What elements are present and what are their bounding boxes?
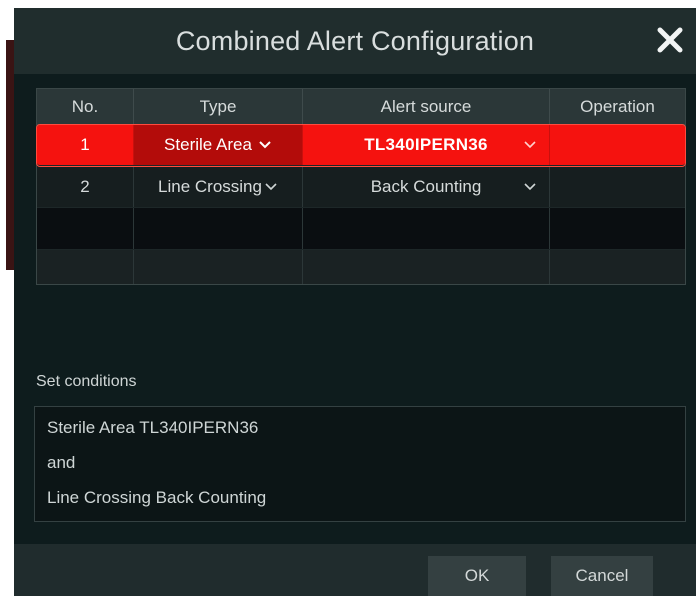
header-alert-source[interactable]: Alert source	[303, 89, 550, 124]
chevron-down-icon	[265, 182, 277, 190]
condition-line: Sterile Area TL340IPERN36	[47, 418, 259, 437]
dialog-titlebar: Combined Alert Configuration	[14, 8, 696, 74]
empty-cell	[550, 250, 685, 284]
empty-cell	[134, 250, 303, 284]
dialog-footer: OK Cancel	[14, 544, 696, 596]
chevron-down-icon	[524, 141, 536, 149]
header-type[interactable]: Type	[134, 89, 303, 124]
condition-line: Line Crossing Back Counting	[47, 488, 267, 507]
header-no[interactable]: No.	[37, 89, 134, 124]
alert-source-select[interactable]: TL340IPERN36	[303, 125, 550, 165]
table-row[interactable]: 2 Line Crossing Back Counting	[37, 166, 685, 208]
empty-cell	[303, 250, 550, 284]
empty-cell	[550, 208, 685, 249]
type-select-value: Sterile Area	[164, 135, 252, 154]
empty-cell	[134, 208, 303, 249]
chevron-down-icon	[524, 182, 536, 190]
row-number: 1	[37, 125, 134, 165]
empty-cell	[37, 250, 134, 284]
dialog-title: Combined Alert Configuration	[175, 25, 535, 56]
chevron-down-icon	[259, 141, 271, 149]
empty-cell	[303, 208, 550, 249]
type-select[interactable]: Sterile Area	[134, 125, 303, 165]
type-select-value: Line Crossing	[158, 176, 262, 196]
alert-source-value: TL340IPERN36	[364, 135, 488, 154]
operation-cell[interactable]	[550, 166, 685, 207]
alert-source-value: Back Counting	[370, 176, 482, 196]
set-conditions-label: Set conditions	[36, 373, 137, 390]
table-row-empty	[37, 250, 685, 284]
alert-table: No. Type Alert source Operation 1 Steril…	[36, 88, 686, 285]
cancel-button[interactable]: Cancel	[551, 556, 653, 596]
conditions-box: Sterile Area TL340IPERN36 and Line Cross…	[34, 406, 686, 522]
combined-alert-dialog: Combined Alert Configuration No. Type Al…	[14, 8, 696, 596]
table-row[interactable]: 1 Sterile Area TL340IPERN36	[36, 124, 686, 167]
ok-button[interactable]: OK	[428, 556, 526, 596]
type-select[interactable]: Line Crossing	[134, 166, 303, 207]
window-edge	[0, 0, 14, 596]
row-number: 2	[37, 166, 134, 207]
operation-cell[interactable]	[550, 125, 685, 165]
empty-cell	[37, 208, 134, 249]
edge-mark	[6, 40, 14, 270]
alert-source-select[interactable]: Back Counting	[303, 166, 550, 207]
header-operation[interactable]: Operation	[550, 89, 685, 124]
close-button[interactable]	[652, 22, 688, 58]
condition-operator: and	[47, 453, 76, 472]
close-icon	[657, 27, 683, 53]
table-header: No. Type Alert source Operation	[37, 89, 685, 125]
table-row-empty	[37, 208, 685, 250]
